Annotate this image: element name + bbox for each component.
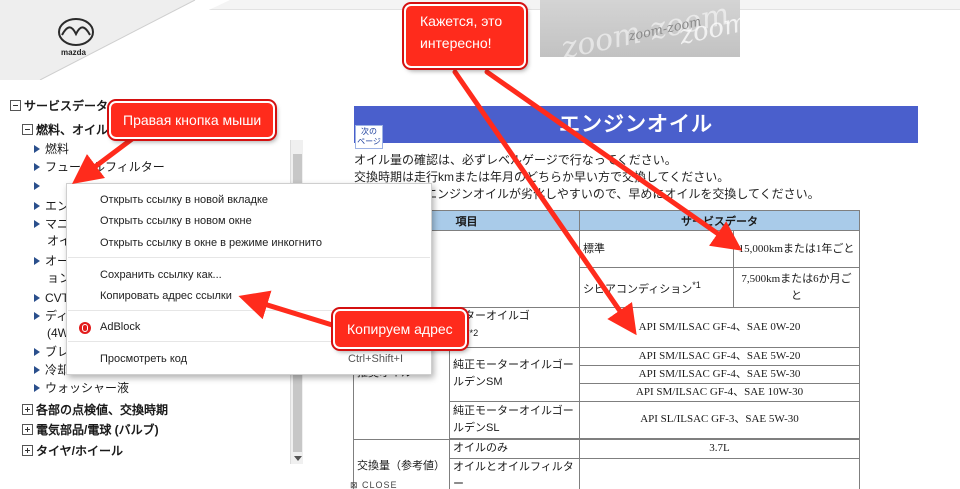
callout-interesting: Кажется, это интересно! (404, 4, 526, 68)
arrow-to-link (72, 136, 135, 184)
arrow-to-interval (484, 69, 743, 251)
arrow-to-copy-item (238, 290, 345, 331)
annotation-arrows (72, 69, 743, 336)
callout-copy-address: Копируем адрес (333, 309, 467, 349)
callout-right-click: Правая кнопка мыши (109, 101, 276, 139)
